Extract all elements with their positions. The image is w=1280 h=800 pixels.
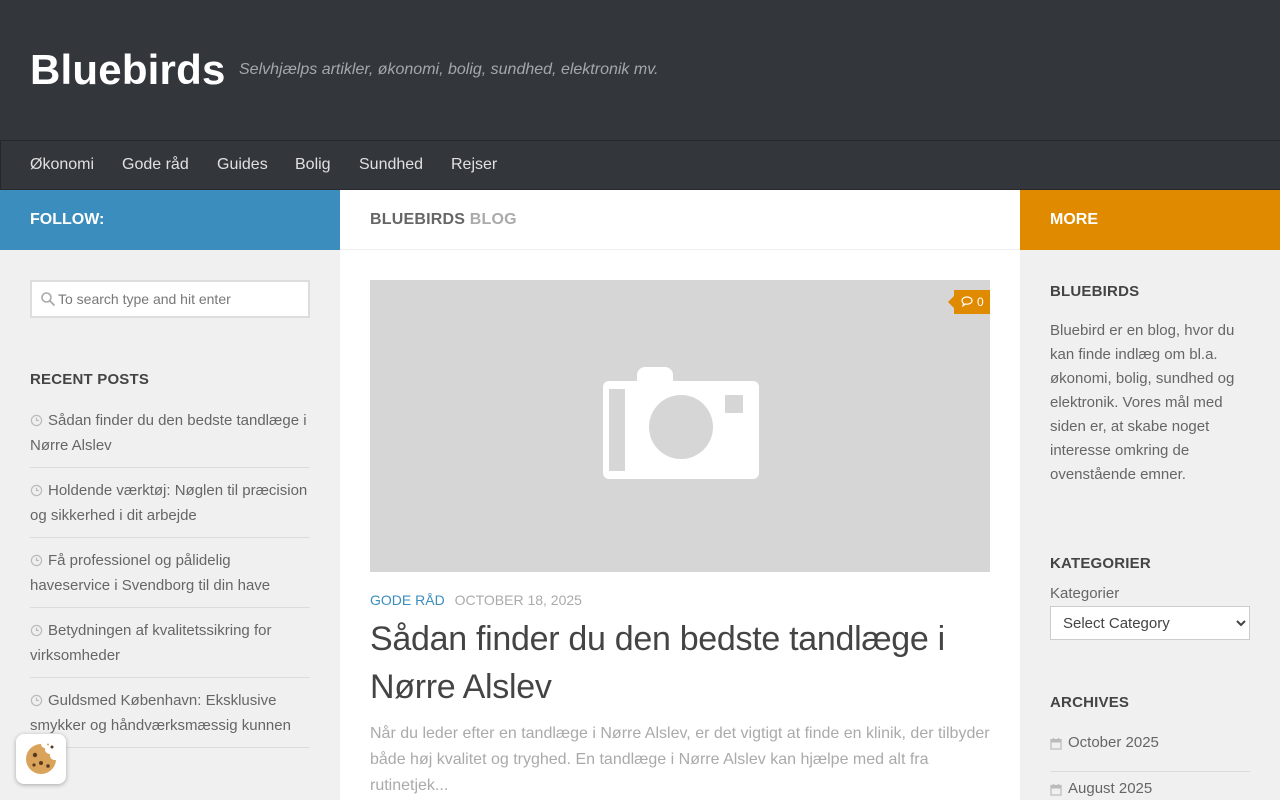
post-thumbnail[interactable]: 0 <box>370 280 990 572</box>
comment-count-badge[interactable]: 0 <box>948 290 990 314</box>
archive-link[interactable]: October 2025 <box>1068 734 1159 751</box>
calendar-icon <box>1050 784 1062 796</box>
nav-item-bolig[interactable]: Bolig <box>295 156 331 174</box>
recent-post-link[interactable]: Få professionel og pålidelig haveservice… <box>30 548 310 598</box>
search-input[interactable] <box>58 282 306 316</box>
post-title-link[interactable]: Sådan finder du den bedste tandlæge i Nø… <box>370 620 945 706</box>
list-item: August 2025 <box>1050 772 1250 800</box>
site-tagline: Selvhjælps artikler, økonomi, bolig, sun… <box>239 61 659 78</box>
follow-bar: FOLLOW: <box>0 190 340 250</box>
clock-icon <box>30 554 43 567</box>
about-text: Bluebird er en blog, hvor du kan finde i… <box>1050 322 1235 483</box>
clock-icon <box>30 694 43 707</box>
search-box[interactable] <box>30 280 310 318</box>
page-title-muted: BLOG <box>469 211 517 228</box>
clock-icon <box>30 624 43 637</box>
archives-list: October 2025 August 2025 <box>1050 726 1250 800</box>
clock-icon <box>30 414 43 427</box>
archive-link[interactable]: August 2025 <box>1068 780 1152 797</box>
recent-post-link[interactable]: Betydningen af kvalitetssikring for virk… <box>30 618 310 668</box>
comment-icon <box>961 296 973 307</box>
search-icon <box>41 292 55 306</box>
site-header: Bluebirds Selvhjælps artikler, økonomi, … <box>0 0 1280 140</box>
recent-post-link[interactable]: Holdende værktøj: Nøglen til præcision o… <box>30 478 310 528</box>
calendar-icon <box>1050 738 1062 750</box>
list-item: Guldsmed København: Eksklusive smykker o… <box>30 688 310 748</box>
comment-count: 0 <box>977 295 984 309</box>
left-sidebar: FOLLOW: RECENT POSTS Sådan finder du den… <box>0 190 340 800</box>
post-excerpt: Når du leder efter en tandlæge i Nørre A… <box>370 725 990 794</box>
cookie-icon <box>26 743 56 774</box>
nav-item-okonomi[interactable]: Økonomi <box>30 156 94 174</box>
category-select[interactable]: Select Category <box>1050 606 1250 640</box>
follow-label: FOLLOW: <box>30 211 105 228</box>
more-bar: MORE <box>1020 190 1280 250</box>
more-label: MORE <box>1050 211 1098 228</box>
main-heading-bar: BLUEBIRDS BLOG <box>340 190 1020 250</box>
categories-title: KATEGORIER <box>1050 555 1151 572</box>
archives-title: ARCHIVES <box>1050 694 1130 711</box>
categories-label: Kategorier <box>1050 585 1120 602</box>
list-item: Sådan finder du den bedste tandlæge i Nø… <box>30 408 310 468</box>
post-date: OCTOBER 18, 2025 <box>454 592 582 608</box>
list-item: October 2025 <box>1050 726 1250 772</box>
about-title: BLUEBIRDS <box>1050 283 1140 300</box>
main-nav: Økonomi Gode råd Guides Bolig Sundhed Re… <box>0 140 1280 190</box>
list-item: Holdende værktøj: Nøglen til præcision o… <box>30 478 310 538</box>
recent-posts-list: Sådan finder du den bedste tandlæge i Nø… <box>30 408 310 758</box>
cookie-settings-button[interactable] <box>16 734 66 784</box>
page-title-strong: BLUEBIRDS <box>370 211 466 228</box>
page-title: BLUEBIRDS BLOG <box>370 211 517 229</box>
clock-icon <box>30 484 43 497</box>
camera-icon <box>603 367 759 479</box>
post-title: Sådan finder du den bedste tandlæge i Nø… <box>370 615 990 711</box>
site-title[interactable]: Bluebirds <box>30 46 226 94</box>
nav-item-rejser[interactable]: Rejser <box>451 156 497 174</box>
recent-post-link[interactable]: Guldsmed København: Eksklusive smykker o… <box>30 688 310 738</box>
nav-item-guides[interactable]: Guides <box>217 156 268 174</box>
right-sidebar: MORE BLUEBIRDS Bluebird er en blog, hvor… <box>1020 190 1280 800</box>
post-category-link[interactable]: GODE RÅD <box>370 592 445 608</box>
recent-posts-title: RECENT POSTS <box>30 371 150 388</box>
nav-item-gode-rad[interactable]: Gode råd <box>122 156 189 174</box>
list-item: Betydningen af kvalitetssikring for virk… <box>30 618 310 678</box>
nav-item-sundhed[interactable]: Sundhed <box>359 156 423 174</box>
list-item: Få professionel og pålidelig haveservice… <box>30 548 310 608</box>
main-content: BLUEBIRDS BLOG 0 GODE RÅD OCTOBER 18, 20… <box>340 190 1020 800</box>
post-meta: GODE RÅD OCTOBER 18, 2025 <box>370 592 582 608</box>
recent-post-link[interactable]: Sådan finder du den bedste tandlæge i Nø… <box>30 408 310 458</box>
